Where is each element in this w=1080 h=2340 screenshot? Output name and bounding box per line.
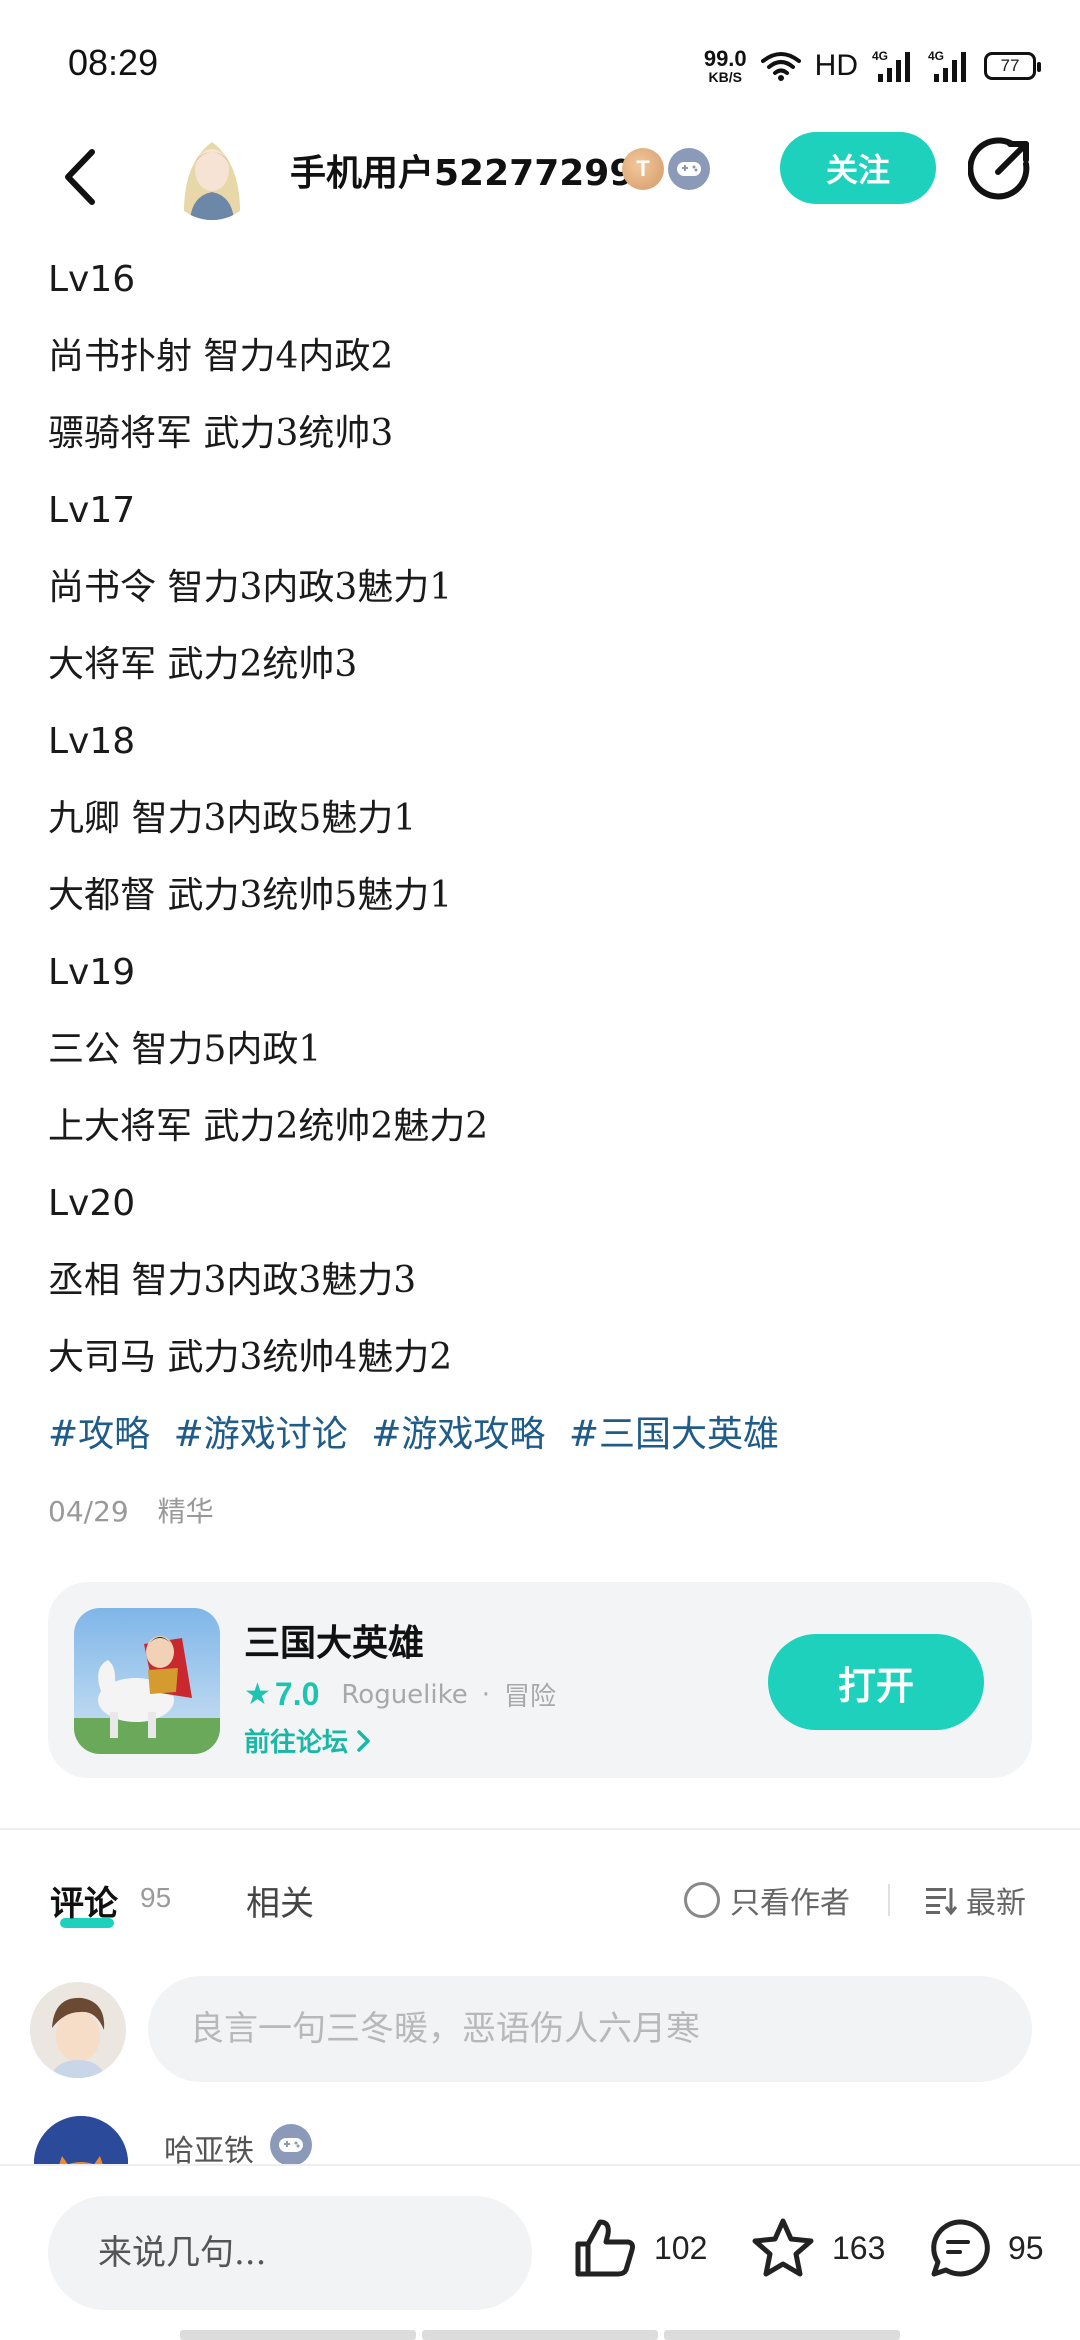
tab-related[interactable]: 相关 bbox=[246, 1876, 314, 1925]
section-divider bbox=[0, 1828, 1080, 1830]
status-icons: 99.0 KB/S HD 4G 4G 77 bbox=[703, 44, 1041, 88]
post-content: Lv16 尚书扑射 智力4内政2 骠骑将军 武力3统帅3 Lv17 尚书令 智力… bbox=[48, 250, 1038, 1542]
essence-label: 精华 bbox=[157, 1495, 214, 1528]
favorite-count: 163 bbox=[832, 2229, 886, 2266]
open-game-button[interactable]: 打开 bbox=[768, 1634, 984, 1730]
star-icon: ★ bbox=[244, 1677, 271, 1712]
tag-list: #攻略 #游戏讨论 #游戏攻略 #三国大英雄 bbox=[48, 1405, 1038, 1482]
game-genre: 冒险 bbox=[504, 1682, 557, 1712]
article-line: 上大将军 武力2统帅2魅力2 bbox=[48, 1106, 489, 1147]
post-date: 04/29 bbox=[48, 1495, 129, 1528]
article-line: Lv17 bbox=[48, 490, 136, 531]
post-header: 手机用户52277299 T 关注 bbox=[0, 120, 1080, 250]
article-line: Lv18 bbox=[48, 721, 136, 762]
gesture-segment bbox=[664, 2330, 900, 2340]
status-bar: 08:29 99.0 KB/S HD 4G 4G 77 bbox=[0, 0, 1080, 120]
svg-text:4G: 4G bbox=[872, 49, 888, 63]
gamepad-icon bbox=[668, 148, 710, 190]
game-score: 7.0 bbox=[274, 1676, 320, 1712]
battery-icon: 77 bbox=[984, 52, 1041, 80]
tag-link[interactable]: #三国大英雄 bbox=[569, 1414, 779, 1455]
radio-circle-icon bbox=[684, 1882, 720, 1918]
tab-comments[interactable]: 评论 bbox=[50, 1876, 118, 1925]
game-app-icon[interactable] bbox=[74, 1608, 220, 1754]
gesture-segment bbox=[422, 2330, 658, 2340]
share-icon[interactable] bbox=[968, 136, 1034, 202]
vertical-divider bbox=[888, 1884, 890, 1916]
game-meta: ★ 7.0 Roguelike · 冒险 bbox=[244, 1676, 556, 1713]
article-line: 骠骑将军 武力3统帅3 bbox=[48, 413, 394, 454]
net-speed: 99.0 KB/S bbox=[703, 46, 747, 85]
net-speed-value: 99.0 bbox=[703, 46, 747, 71]
comment-count: 95 bbox=[140, 1882, 172, 1913]
post-meta: 04/29 精华 bbox=[48, 1482, 1038, 1542]
article-line: 大都督 武力3统帅5魅力1 bbox=[48, 875, 453, 916]
game-card[interactable]: 三国大英雄 ★ 7.0 Roguelike · 冒险 前往论坛 打开 bbox=[48, 1582, 1032, 1778]
dot-separator: · bbox=[481, 1679, 491, 1710]
gesture-bar bbox=[180, 2330, 900, 2340]
tag-link[interactable]: #游戏讨论 bbox=[174, 1414, 348, 1455]
article-line: 三公 智力5内政1 bbox=[48, 1029, 322, 1070]
like-count: 102 bbox=[654, 2229, 708, 2266]
only-author-label: 只看作者 bbox=[730, 1886, 850, 1921]
comment-total: 95 bbox=[1008, 2229, 1044, 2266]
star-icon bbox=[752, 2218, 814, 2277]
sort-toggle[interactable]: 最新 bbox=[924, 1878, 1026, 1922]
only-author-toggle[interactable]: 只看作者 bbox=[684, 1878, 850, 1922]
author-name[interactable]: 手机用户52277299 bbox=[290, 144, 634, 196]
game-name: 三国大英雄 bbox=[244, 1623, 425, 1664]
thumbs-up-icon bbox=[575, 2219, 635, 2277]
back-arrow-icon[interactable] bbox=[56, 142, 106, 212]
article-line: Lv19 bbox=[48, 952, 136, 993]
like-button[interactable]: 102 bbox=[572, 2216, 707, 2280]
gamepad-icon bbox=[270, 2124, 312, 2166]
my-avatar bbox=[30, 1982, 126, 2078]
article-line: Lv16 bbox=[48, 259, 136, 300]
forum-link-label: 前往论坛 bbox=[244, 1728, 349, 1758]
tag-link[interactable]: #攻略 bbox=[48, 1414, 150, 1455]
hd-label: HD bbox=[814, 49, 858, 82]
comments-tab-row: 评论 95 相关 只看作者 最新 bbox=[0, 1862, 1080, 1942]
chevron-right-icon bbox=[357, 1729, 370, 1752]
article-line: 九卿 智力3内政5魅力1 bbox=[48, 798, 417, 839]
gesture-segment bbox=[180, 2330, 416, 2340]
article-line: 大将军 武力2统帅3 bbox=[48, 644, 358, 685]
reply-input[interactable] bbox=[48, 2196, 532, 2310]
favorite-button[interactable]: 163 bbox=[750, 2216, 885, 2280]
comment-input[interactable] bbox=[148, 1976, 1032, 2082]
article-line: 尚书令 智力3内政3魅力1 bbox=[48, 567, 453, 608]
wifi-icon bbox=[760, 52, 801, 81]
comment-bubble-icon bbox=[931, 2219, 990, 2277]
comment-button[interactable]: 95 bbox=[926, 2216, 1044, 2280]
sort-label: 最新 bbox=[966, 1886, 1026, 1921]
article-line: 丞相 智力3内政3魅力3 bbox=[48, 1260, 417, 1301]
tag-link[interactable]: #游戏攻略 bbox=[371, 1414, 545, 1455]
author-avatar[interactable] bbox=[164, 124, 260, 220]
net-speed-unit: KB/S bbox=[708, 69, 742, 85]
article-line: 尚书扑射 智力4内政2 bbox=[48, 336, 394, 377]
svg-text:4G: 4G bbox=[928, 49, 944, 63]
signal-4g-icon: 4G bbox=[872, 49, 910, 82]
signal-4g-icon: 4G bbox=[928, 49, 966, 82]
article-line: Lv20 bbox=[48, 1183, 136, 1224]
status-time: 08:29 bbox=[68, 42, 159, 83]
forum-link[interactable]: 前往论坛 bbox=[244, 1722, 372, 1759]
level-badge: T bbox=[622, 148, 664, 190]
game-genre: Roguelike bbox=[341, 1679, 468, 1710]
bottom-action-bar: 102 163 95 bbox=[0, 2164, 1080, 2340]
sort-icon bbox=[926, 1888, 958, 1916]
follow-button[interactable]: 关注 bbox=[780, 132, 936, 204]
article-line: 大司马 武力3统帅4魅力2 bbox=[48, 1337, 453, 1378]
